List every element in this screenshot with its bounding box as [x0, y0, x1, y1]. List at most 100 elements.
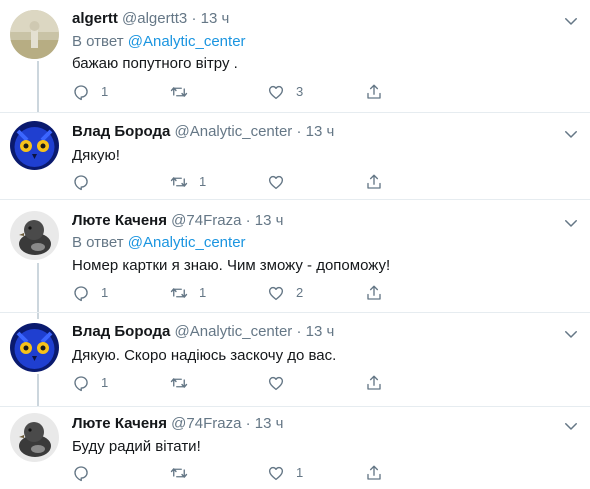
share-button[interactable] [365, 172, 383, 192]
chevron-down-icon[interactable] [562, 417, 580, 435]
tweet-text: Буду радий вітати! [72, 438, 201, 455]
heart-icon [268, 466, 284, 481]
retweet-button[interactable]: 1 [170, 172, 206, 192]
avatar-image [10, 10, 59, 59]
like-button[interactable] [267, 373, 296, 393]
tweet-header: Люте Каченя @74Fraza · 13 ч [72, 415, 283, 433]
avatar[interactable] [10, 10, 59, 59]
avatar[interactable] [10, 121, 59, 170]
like-count: 1 [296, 465, 304, 480]
tweet[interactable]: Люте Каченя @74Fraza · 13 ч В ответ @Ana… [0, 200, 590, 312]
reply-count: 1 [101, 285, 109, 300]
reply-icon [74, 175, 88, 191]
avatar[interactable] [10, 323, 59, 372]
share-button[interactable] [365, 373, 383, 393]
separator-dot: · [296, 323, 302, 340]
chevron-down-icon[interactable] [562, 125, 580, 143]
retweet-button[interactable] [170, 82, 199, 102]
reply-mention-link[interactable]: @Analytic_center [128, 33, 246, 50]
tweet-actions: 1 1 2 [72, 283, 392, 303]
reply-count: 1 [101, 84, 109, 99]
tweet-header: Влад Борода @Analytic_center · 13 ч [72, 323, 334, 341]
retweet-button[interactable] [170, 463, 199, 483]
like-button[interactable]: 3 [267, 82, 303, 102]
like-count: 3 [296, 84, 304, 99]
reply-button[interactable]: 1 [72, 283, 108, 303]
reply-prefix: В ответ [72, 33, 124, 50]
retweet-button[interactable] [170, 373, 199, 393]
share-icon [367, 285, 381, 300]
reply-button[interactable] [72, 172, 101, 192]
user-handle[interactable]: @algertt3 [122, 10, 187, 27]
avatar[interactable] [10, 211, 59, 260]
tweet-actions: 1 [72, 463, 392, 483]
timestamp[interactable]: 13 ч [255, 415, 284, 432]
share-icon [367, 84, 381, 99]
user-handle[interactable]: @74Fraza [171, 415, 241, 432]
like-button[interactable]: 2 [267, 283, 303, 303]
reply-context: В ответ @Analytic_center [72, 234, 246, 252]
chevron-down-icon[interactable] [562, 214, 580, 232]
timestamp[interactable]: 13 ч [201, 10, 230, 27]
retweet-count: 1 [199, 174, 207, 189]
user-handle[interactable]: @Analytic_center [175, 323, 293, 340]
tweet[interactable]: algertt @algertt3 · 13 ч В ответ @Analyt… [0, 0, 590, 112]
tweet-actions: 1 3 [72, 82, 392, 102]
chevron-down-icon[interactable] [562, 12, 580, 30]
tweet[interactable]: Люте Каченя @74Fraza · 13 ч Буду радий в… [0, 407, 590, 489]
tweet-actions: 1 [72, 373, 392, 393]
tweet-header: Люте Каченя @74Fraza · 13 ч [72, 212, 283, 230]
reply-count: 1 [101, 375, 109, 390]
tweet[interactable]: Влад Борода @Analytic_center · 13 ч Дяку… [0, 313, 590, 406]
like-button[interactable] [267, 172, 296, 192]
retweet-icon [170, 468, 188, 478]
share-button[interactable] [365, 463, 383, 483]
timestamp[interactable]: 13 ч [306, 123, 335, 140]
user-handle[interactable]: @74Fraza [171, 212, 241, 229]
retweet-icon [170, 288, 188, 298]
separator-dot: · [296, 123, 302, 140]
retweet-button[interactable]: 1 [170, 283, 206, 303]
display-name[interactable]: Люте Каченя [72, 415, 167, 432]
reply-button[interactable]: 1 [72, 82, 108, 102]
separator-dot: · [191, 10, 197, 27]
retweet-count: 1 [199, 285, 207, 300]
tweet[interactable]: Влад Борода @Analytic_center · 13 ч Дяку… [0, 113, 590, 198]
retweet-icon [170, 378, 188, 388]
reply-context: В ответ @Analytic_center [72, 33, 246, 51]
heart-icon [268, 85, 284, 100]
display-name[interactable]: Влад Борода [72, 123, 170, 140]
tweet-text: Дякую! [72, 147, 120, 164]
like-count: 2 [296, 285, 304, 300]
tweet-actions: 1 [72, 172, 392, 192]
share-button[interactable] [365, 283, 383, 303]
like-button[interactable]: 1 [267, 463, 303, 483]
reply-icon [74, 286, 88, 302]
reply-button[interactable]: 1 [72, 373, 108, 393]
avatar-image [10, 413, 59, 462]
tweet-text: Номер картки я знаю. Чим зможу - допомож… [72, 257, 391, 274]
share-icon [367, 174, 381, 189]
reply-mention-link[interactable]: @Analytic_center [128, 234, 246, 251]
reply-icon [74, 376, 88, 392]
avatar[interactable] [10, 413, 59, 462]
chevron-down-icon[interactable] [562, 325, 580, 343]
reply-button[interactable] [72, 463, 101, 483]
heart-icon [268, 175, 284, 190]
timestamp[interactable]: 13 ч [255, 212, 284, 229]
user-handle[interactable]: @Analytic_center [175, 123, 293, 140]
reply-prefix: В ответ [72, 234, 124, 251]
tweet-header: algertt @algertt3 · 13 ч [72, 10, 229, 28]
display-name[interactable]: Люте Каченя [72, 212, 167, 229]
share-icon [367, 375, 381, 390]
conversation-thread: algertt @algertt3 · 13 ч В ответ @Analyt… [0, 0, 590, 489]
avatar-image [10, 121, 59, 170]
reply-icon [74, 466, 88, 482]
timestamp[interactable]: 13 ч [306, 323, 335, 340]
display-name[interactable]: Влад Борода [72, 323, 170, 340]
avatar-image [10, 323, 59, 372]
share-button[interactable] [365, 82, 383, 102]
reply-icon [74, 85, 88, 101]
share-icon [367, 465, 381, 480]
display-name[interactable]: algertt [72, 10, 118, 27]
